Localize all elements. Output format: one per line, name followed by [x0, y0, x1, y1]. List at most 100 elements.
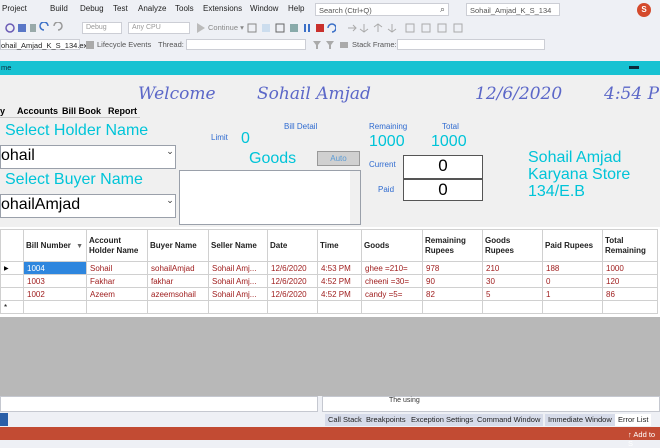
- cell-time[interactable]: 4:53 PM: [317, 261, 362, 275]
- col-header-goods[interactable]: Goods: [361, 229, 423, 262]
- cell-buyer[interactable]: [147, 300, 209, 314]
- auto-button[interactable]: Auto: [317, 151, 360, 166]
- cell-buyer[interactable]: azeemsohail: [147, 287, 209, 301]
- cell-remaining[interactable]: [422, 300, 483, 314]
- cell-remaining[interactable]: 978: [422, 261, 483, 275]
- cell-time[interactable]: 4:52 PM: [317, 274, 362, 288]
- tab-summary[interactable]: y: [0, 106, 5, 116]
- tab-error-list[interactable]: Error List: [615, 414, 652, 426]
- stack-frame-dropdown[interactable]: [397, 39, 545, 50]
- menu-test[interactable]: Test: [113, 4, 128, 13]
- cell-goods[interactable]: candy =5=: [361, 287, 423, 301]
- cell-holder[interactable]: [86, 300, 148, 314]
- cell-holder[interactable]: Sohail: [86, 261, 148, 275]
- cell-bill[interactable]: [23, 300, 87, 314]
- new-row[interactable]: *: [0, 300, 658, 314]
- col-header-time[interactable]: Time: [317, 229, 362, 262]
- cell-total[interactable]: 86: [602, 287, 658, 301]
- thread-dropdown[interactable]: [186, 39, 306, 50]
- tab-exception-settings[interactable]: Exception Settings: [408, 414, 477, 426]
- menu-extensions[interactable]: Extensions: [203, 4, 242, 13]
- cell-goods-rupees[interactable]: [482, 300, 543, 314]
- thread-filter-icons[interactable]: [312, 40, 352, 50]
- cell-goods[interactable]: [361, 300, 423, 314]
- menu-build[interactable]: Build: [50, 4, 68, 13]
- goods-textarea[interactable]: [179, 170, 361, 225]
- scrollbar[interactable]: [350, 171, 360, 224]
- platform-dropdown[interactable]: Any CPU: [128, 22, 190, 34]
- cell-date[interactable]: 12/6/2020: [267, 274, 318, 288]
- tab-breakpoints[interactable]: Breakpoints: [363, 414, 409, 426]
- cell-time[interactable]: 4:52 PM: [317, 287, 362, 301]
- continue-button[interactable]: Continue ▾: [208, 23, 244, 32]
- cell-goods-rupees[interactable]: 210: [482, 261, 543, 275]
- tab-immediate-window[interactable]: Immediate Window: [545, 414, 615, 426]
- paid-field[interactable]: 0: [403, 179, 483, 201]
- tab-bill-book[interactable]: Bill Book: [62, 106, 101, 116]
- cell-holder[interactable]: Fakhar: [86, 274, 148, 288]
- toolbar-nav-icons[interactable]: [4, 22, 64, 34]
- buyer-combo[interactable]: ohailAmjad ⌄: [0, 194, 176, 218]
- cell-date[interactable]: 12/6/2020: [267, 287, 318, 301]
- cell-total[interactable]: 120: [602, 274, 658, 288]
- col-header-paid[interactable]: Paid Rupees: [542, 229, 603, 262]
- cell-buyer[interactable]: sohailAmjad: [147, 261, 209, 275]
- current-field[interactable]: 0: [403, 155, 483, 179]
- continue-icon[interactable]: [195, 22, 207, 34]
- add-to-source-control[interactable]: ↑ Add to S: [628, 430, 660, 448]
- cell-goods[interactable]: ghee =210=: [361, 261, 423, 275]
- tab-command-window[interactable]: Command Window: [474, 414, 544, 426]
- menu-help[interactable]: Help: [288, 4, 304, 13]
- cell-time[interactable]: [317, 300, 362, 314]
- table-row[interactable]: ▶ 1004 Sohail sohailAmjad Sohail Amj... …: [0, 261, 658, 275]
- menu-tools[interactable]: Tools: [175, 4, 194, 13]
- cell-bill[interactable]: 1004: [23, 261, 87, 275]
- col-header-seller[interactable]: Seller Name: [208, 229, 268, 262]
- holder-combo[interactable]: ohail ⌄: [0, 145, 176, 169]
- col-header-remaining[interactable]: Remaining Rupees: [422, 229, 483, 262]
- cell-paid[interactable]: 0: [542, 274, 603, 288]
- lifecycle-events-button[interactable]: Lifecycle Events: [97, 40, 151, 49]
- cell-goods[interactable]: cheeni =30=: [361, 274, 423, 288]
- cell-holder[interactable]: Azeem: [86, 287, 148, 301]
- col-header-total[interactable]: Total Remaining: [602, 229, 658, 262]
- col-header-buyer[interactable]: Buyer Name: [147, 229, 209, 262]
- menu-project[interactable]: Project: [2, 4, 27, 13]
- cell-seller[interactable]: Sohail Amj...: [208, 287, 268, 301]
- search-input[interactable]: Search (Ctrl+Q) ⌕: [315, 3, 449, 16]
- cell-paid[interactable]: 188: [542, 261, 603, 275]
- tab-accounts[interactable]: Accounts: [17, 106, 58, 116]
- cell-bill[interactable]: 1002: [23, 287, 87, 301]
- menu-debug[interactable]: Debug: [80, 4, 104, 13]
- process-dropdown[interactable]: ohail_Amjad_K_S_134.exe: [0, 39, 91, 50]
- tab-call-stack[interactable]: Call Stack: [325, 414, 365, 426]
- tab-report[interactable]: Report: [108, 106, 137, 116]
- col-header-goods-rupees[interactable]: Goods Rupees: [482, 229, 543, 262]
- row-header[interactable]: [0, 274, 24, 288]
- output-pane[interactable]: [0, 396, 318, 412]
- col-header-bill-number[interactable]: Bill Number ▼: [23, 229, 87, 262]
- table-row[interactable]: 1002 Azeem azeemsohail Sohail Amj... 12/…: [0, 287, 658, 301]
- row-header[interactable]: [0, 287, 24, 301]
- table-row[interactable]: 1003 Fakhar fakhar Sohail Amj... 12/6/20…: [0, 274, 658, 288]
- config-dropdown[interactable]: Debug: [82, 22, 122, 34]
- cell-paid[interactable]: 1: [542, 287, 603, 301]
- cell-bill[interactable]: 1003: [23, 274, 87, 288]
- cell-date[interactable]: 12/6/2020: [267, 261, 318, 275]
- cell-goods-rupees[interactable]: 30: [482, 274, 543, 288]
- cell-goods-rupees[interactable]: 5: [482, 287, 543, 301]
- cell-total[interactable]: 1000: [602, 261, 658, 275]
- minimize-button[interactable]: ▬: [629, 61, 639, 72]
- error-list-pane[interactable]: [322, 396, 660, 412]
- cell-remaining[interactable]: 90: [422, 274, 483, 288]
- cell-remaining[interactable]: 82: [422, 287, 483, 301]
- cell-total[interactable]: [602, 300, 658, 314]
- cell-seller[interactable]: Sohail Amj...: [208, 274, 268, 288]
- col-header-date[interactable]: Date: [267, 229, 318, 262]
- lifecycle-icon[interactable]: [85, 40, 95, 50]
- cell-seller[interactable]: Sohail Amj...: [208, 261, 268, 275]
- menu-analyze[interactable]: Analyze: [138, 4, 166, 13]
- cell-paid[interactable]: [542, 300, 603, 314]
- step-icons[interactable]: [346, 22, 466, 34]
- col-header-account-holder[interactable]: Account Holder Name: [86, 229, 148, 262]
